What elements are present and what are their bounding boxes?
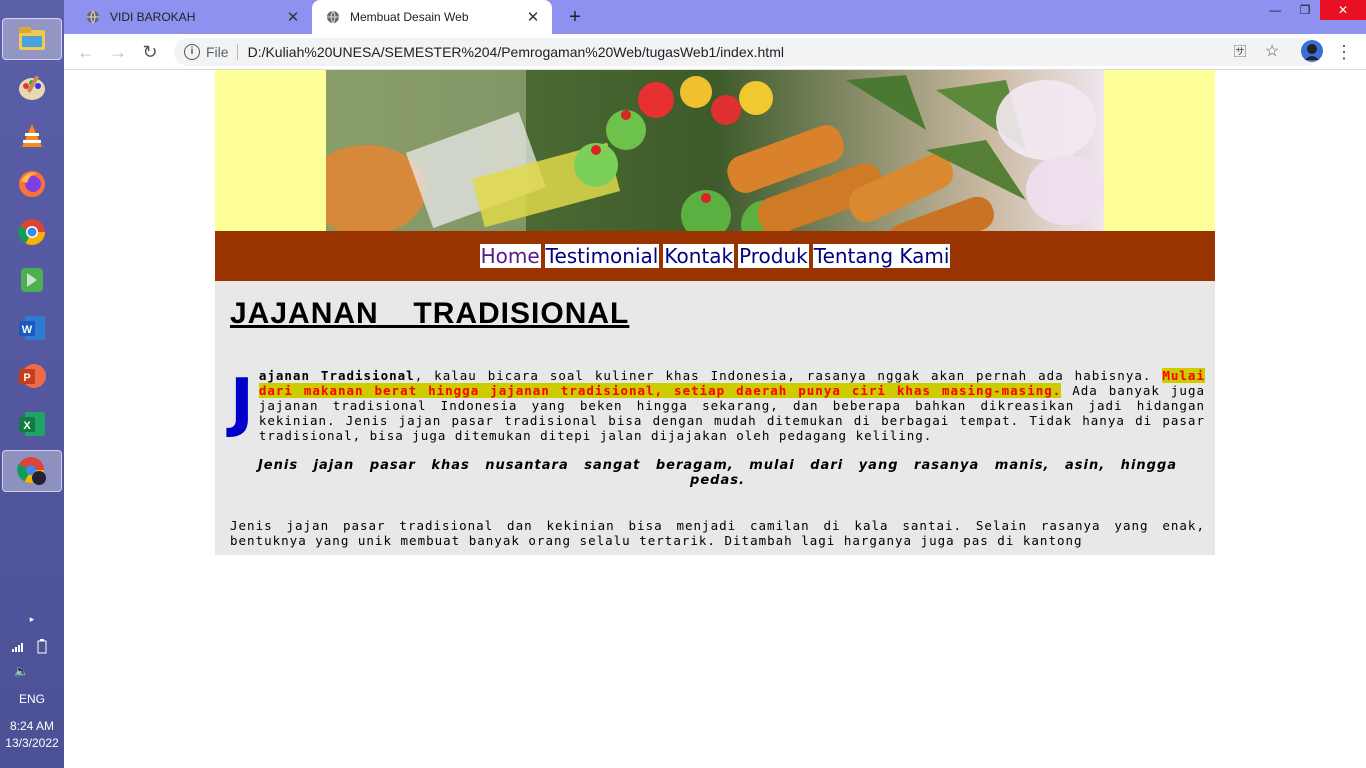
powerpoint-icon[interactable]: P bbox=[14, 358, 50, 394]
nav-testimonial[interactable]: Testimonial bbox=[544, 244, 660, 268]
svg-text:P: P bbox=[23, 372, 30, 384]
menu-kebab-icon[interactable]: ⋮ bbox=[1332, 40, 1356, 64]
intro-paragraph: Jajanan Tradisional, kalau bicara soal k… bbox=[230, 368, 1205, 443]
taskbar: W P X ▸ 🔈 ENG 8:24 AM 13/3/2022 bbox=[0, 0, 64, 768]
globe-icon bbox=[327, 10, 339, 24]
paint-icon[interactable] bbox=[14, 70, 50, 106]
word-icon[interactable]: W bbox=[14, 310, 50, 346]
tab-title: Membuat Desain Web bbox=[350, 10, 469, 24]
close-window-button[interactable]: ✕ bbox=[1320, 0, 1366, 20]
chevron-up-icon[interactable]: ▸ bbox=[0, 614, 64, 625]
browser-tab-strip: VIDI BAROKAH ✕ Membuat Desain Web ✕ + — … bbox=[64, 0, 1366, 34]
forward-button[interactable]: → bbox=[106, 40, 130, 64]
globe-icon bbox=[87, 10, 99, 24]
banner-image bbox=[326, 70, 1104, 231]
intro-text: , kalau bicara soal kuliner khas Indones… bbox=[414, 368, 1163, 383]
divider bbox=[236, 44, 238, 60]
second-paragraph: Jenis jajan pasar tradisional dan kekini… bbox=[230, 518, 1205, 548]
nav-produk[interactable]: Produk bbox=[738, 244, 809, 268]
close-tab-icon[interactable]: ✕ bbox=[522, 8, 544, 26]
nav-kontak[interactable]: Kontak bbox=[663, 244, 735, 268]
clock-time[interactable]: 8:24 AM bbox=[0, 719, 64, 733]
nav-home[interactable]: Home bbox=[479, 244, 541, 268]
network-battery-icons[interactable] bbox=[0, 638, 64, 657]
bookmark-star-icon[interactable]: ☆ bbox=[1260, 40, 1284, 64]
new-tab-button[interactable]: + bbox=[562, 4, 588, 30]
site-container: Home Testimonial Kontak Produk Tentang K… bbox=[215, 70, 1215, 555]
browser-toolbar: ← → ↻ i File D:/Kuliah%20UNESA/SEMESTER%… bbox=[64, 34, 1366, 70]
site-header bbox=[215, 70, 1215, 231]
firefox-icon[interactable] bbox=[14, 166, 50, 202]
clock-date[interactable]: 13/3/2022 bbox=[0, 736, 64, 750]
nav-tentang-kami[interactable]: Tentang Kami bbox=[812, 244, 951, 268]
language-indicator[interactable]: ENG bbox=[0, 692, 64, 706]
info-icon[interactable]: i bbox=[184, 44, 200, 60]
url-text[interactable]: D:/Kuliah%20UNESA/SEMESTER%204/Pemrogama… bbox=[248, 44, 784, 60]
address-bar[interactable]: i File D:/Kuliah%20UNESA/SEMESTER%204/Pe… bbox=[174, 38, 1320, 66]
close-tab-icon[interactable]: ✕ bbox=[282, 8, 304, 26]
minimize-button[interactable]: — bbox=[1260, 0, 1290, 20]
profile-avatar[interactable] bbox=[1300, 40, 1324, 64]
restore-button[interactable]: ❐ bbox=[1290, 0, 1320, 20]
reload-button[interactable]: ↻ bbox=[138, 40, 162, 64]
translate-icon[interactable]: 🈂 bbox=[1228, 40, 1252, 64]
drop-cap: J bbox=[230, 366, 255, 440]
vlc-icon[interactable] bbox=[14, 118, 50, 154]
chrome-profile-icon[interactable] bbox=[2, 450, 62, 492]
main-content: JAJANAN TRADISIONAL Jajanan Tradisional,… bbox=[215, 281, 1215, 555]
intro-bold-term: ajanan Tradisional bbox=[258, 368, 415, 383]
tab-vidi-barokah[interactable]: VIDI BAROKAH ✕ bbox=[72, 0, 312, 34]
quote-text: Jenis jajan pasar khas nusantara sangat … bbox=[257, 458, 1178, 488]
chrome-icon[interactable] bbox=[14, 214, 50, 250]
camtasia-icon[interactable] bbox=[14, 262, 50, 298]
url-scheme-label: File bbox=[206, 44, 229, 60]
tab-membuat-desain-web[interactable]: Membuat Desain Web ✕ bbox=[312, 0, 552, 34]
file-explorer-icon[interactable] bbox=[2, 18, 62, 60]
main-nav: Home Testimonial Kontak Produk Tentang K… bbox=[215, 231, 1215, 281]
svg-text:W: W bbox=[22, 324, 33, 336]
web-page: Home Testimonial Kontak Produk Tentang K… bbox=[64, 70, 1366, 768]
volume-icon[interactable]: 🔈 bbox=[0, 664, 64, 678]
page-heading: JAJANAN TRADISIONAL bbox=[230, 297, 630, 330]
tab-title: VIDI BAROKAH bbox=[110, 10, 196, 24]
excel-icon[interactable]: X bbox=[14, 406, 50, 442]
back-button[interactable]: ← bbox=[74, 40, 98, 64]
svg-text:X: X bbox=[23, 420, 31, 432]
